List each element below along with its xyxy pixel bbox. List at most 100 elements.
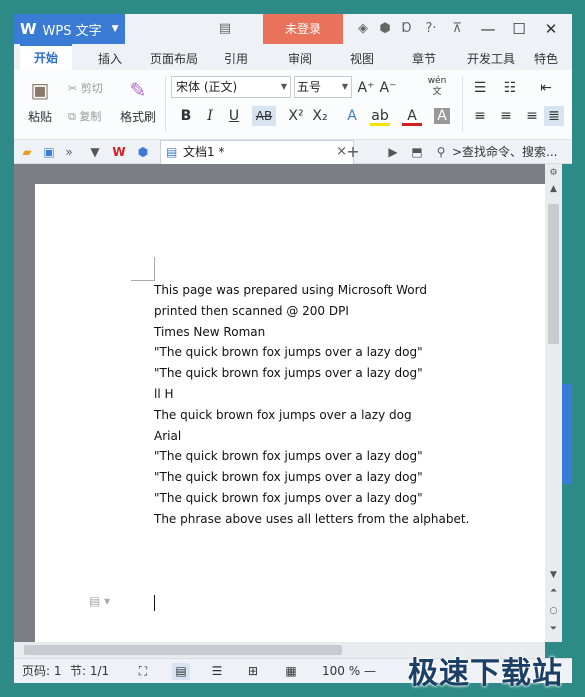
outdent-icon[interactable]: ⇤	[536, 78, 556, 98]
cube-icon[interactable]: ⬢	[376, 20, 394, 38]
app-menu-button[interactable]: W WPS 文字 ▼	[14, 14, 125, 44]
paragraph-layout-icon[interactable]: ▤ ▾	[89, 594, 110, 608]
select-browse-icon[interactable]: ○	[545, 604, 562, 618]
numbered-list-icon[interactable]: ☷	[500, 78, 520, 98]
grow-font-icon[interactable]: A⁺	[356, 78, 376, 98]
align-right-icon[interactable]: ≡	[522, 106, 542, 126]
text-cursor	[154, 595, 155, 611]
paste-button[interactable]: ▣ 粘贴	[22, 76, 58, 125]
zoom-out-button[interactable]: —	[364, 659, 376, 684]
zoom-level[interactable]: 100 %	[322, 659, 360, 684]
text-effect-button[interactable]: A	[342, 106, 362, 126]
chevron-down-icon[interactable]: ▼	[86, 143, 104, 161]
align-left-icon[interactable]: ≡	[470, 106, 490, 126]
font-size-select[interactable]: 五号 ▼	[294, 76, 352, 98]
highlight-button[interactable]: ab	[370, 106, 390, 126]
new-tab-icon[interactable]: +	[344, 143, 362, 161]
italic-button[interactable]: I	[200, 106, 220, 126]
document-line: The phrase above uses all letters from t…	[154, 511, 470, 526]
justify-icon[interactable]: ≣	[544, 106, 564, 126]
document-line: Arial	[154, 428, 182, 443]
minimize-button[interactable]: —	[473, 14, 503, 44]
section-indicator[interactable]: 节: 1/1	[70, 659, 109, 684]
document-icon[interactable]: ▤	[216, 20, 234, 38]
share-icon[interactable]: Ɒ	[398, 20, 416, 38]
document-line: "The quick brown fox jumps over a lazy d…	[154, 449, 423, 464]
copy-button[interactable]: ⧉ 复制	[68, 108, 101, 124]
underline-button[interactable]: U	[224, 106, 244, 126]
collapse-ribbon-icon[interactable]: ⊼	[448, 20, 466, 38]
copy-icon: ⧉	[68, 110, 76, 123]
align-center-icon[interactable]: ≡	[496, 106, 516, 126]
tab-references[interactable]: 引用	[214, 44, 258, 70]
document-page[interactable]: This page was prepared using Microsoft W…	[35, 184, 545, 642]
cube-icon[interactable]: ⬢	[134, 143, 152, 161]
cut-label: 剪切	[80, 82, 103, 95]
open-folder-icon[interactable]: ▰	[18, 143, 36, 161]
phonetic-guide-button[interactable]: wén 文	[424, 76, 450, 97]
screen-icon[interactable]: ▶	[384, 143, 402, 161]
tab-home[interactable]: 开始	[20, 44, 72, 70]
scroll-up-icon[interactable]: ▲	[545, 182, 562, 196]
side-panel-toggle[interactable]	[562, 384, 572, 484]
tab-developer[interactable]: 开发工具	[460, 44, 522, 70]
shrink-font-icon[interactable]: A⁻	[378, 78, 398, 98]
subscript-button[interactable]: X₂	[310, 106, 330, 126]
brush-icon: ✎	[129, 78, 147, 102]
document-line: The quick brown fox jumps over a lazy do…	[154, 407, 412, 422]
scroll-thumb[interactable]	[548, 204, 559, 344]
bullet-list-icon[interactable]: ☰	[470, 78, 490, 98]
close-button[interactable]: ✕	[536, 14, 566, 44]
format-painter-label: 格式刷	[119, 110, 156, 124]
h-scroll-thumb[interactable]	[24, 645, 342, 655]
prev-page-icon[interactable]: ⏶	[545, 584, 562, 598]
web-view-icon[interactable]: ⊞	[244, 663, 262, 680]
font-color-button[interactable]: A	[402, 106, 422, 126]
document-body[interactable]: This page was prepared using Microsoft W…	[154, 280, 469, 530]
cut-button[interactable]: ✂ 剪切	[68, 80, 103, 96]
page-view-icon[interactable]: ▤	[172, 663, 190, 680]
search-input[interactable]: >查找命令、搜索...	[452, 140, 558, 164]
ribbon-toolbar: ▣ 粘贴 ✂ 剪切 ⧉ 复制 ✎ 格式刷 宋体 (正文) ▼ 五号 ▼ A⁺ A…	[14, 70, 572, 140]
settings-icon[interactable]: ⚙	[545, 166, 562, 180]
app-name: WPS 文字	[42, 23, 102, 39]
ribbon-tabs: 开始 插入 页面布局 引用 审阅 视图 章节 开发工具 特色	[14, 44, 572, 70]
next-page-icon[interactable]: ⏷	[545, 622, 562, 636]
clipboard-icon: ▣	[30, 78, 50, 102]
document-line: Times New Roman	[154, 324, 266, 339]
font-name-select[interactable]: 宋体 (正文) ▼	[171, 76, 291, 98]
tab-page-layout[interactable]: 页面布局	[142, 44, 206, 70]
tab-review[interactable]: 审阅	[278, 44, 322, 70]
tab-view[interactable]: 视图	[340, 44, 384, 70]
copy-label: 复制	[79, 110, 102, 123]
tab-insert[interactable]: 插入	[88, 44, 132, 70]
scissors-icon: ✂	[68, 82, 78, 95]
title-bar: W WPS 文字 ▼ ▤ 未登录 ◈ ⬢ Ɒ ?· ⊼ — ☐ ✕	[14, 14, 572, 44]
tab-chapter[interactable]: 章节	[402, 44, 446, 70]
fullscreen-icon[interactable]: ⛶	[134, 663, 152, 680]
wps-logo-icon: W	[20, 20, 37, 38]
skin-icon[interactable]: ◈	[354, 20, 372, 38]
document-line: printed then scanned @ 200 DPI	[154, 303, 349, 318]
document-tab[interactable]: ▤ 文档1 * ×	[160, 140, 354, 164]
more-icon[interactable]: »	[60, 143, 78, 161]
scroll-down-icon[interactable]: ▼	[545, 568, 562, 582]
page-indicator[interactable]: 页码: 1	[22, 659, 62, 684]
font-name-value: 宋体 (正文)	[176, 80, 238, 94]
outline-view-icon[interactable]: ☰	[208, 663, 226, 680]
format-painter-button[interactable]: ✎ 格式刷	[118, 76, 158, 125]
login-button[interactable]: 未登录	[263, 14, 343, 44]
char-shading-button[interactable]: A	[434, 108, 450, 124]
save-icon[interactable]: ▣	[40, 143, 58, 161]
bold-button[interactable]: B	[176, 106, 196, 126]
strikethrough-button[interactable]: AB	[252, 106, 276, 126]
wps-home-icon[interactable]: W	[110, 143, 128, 161]
tab-features[interactable]: 特色	[526, 44, 566, 70]
help-icon[interactable]: ?·	[420, 20, 442, 38]
superscript-button[interactable]: X²	[286, 106, 306, 126]
document-line: "The quick brown fox jumps over a lazy d…	[154, 490, 423, 505]
vertical-scrollbar[interactable]: ⚙ ▲ ▼ ⏶ ○ ⏷	[545, 164, 562, 642]
maximize-button[interactable]: ☐	[504, 14, 534, 44]
feedback-icon[interactable]: ⬒	[408, 143, 426, 161]
reading-mode-icon[interactable]: ▦	[282, 663, 300, 680]
